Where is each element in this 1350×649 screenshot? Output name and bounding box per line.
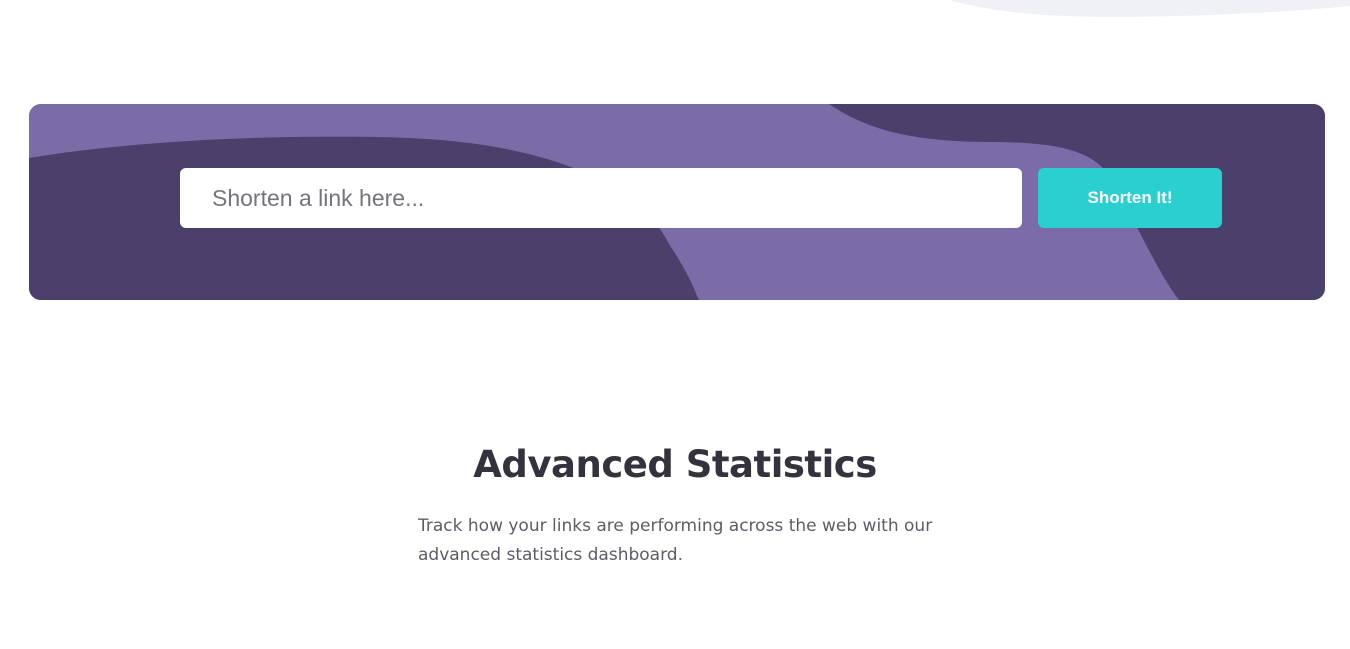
advanced-statistics-title: Advanced Statistics (473, 443, 877, 486)
advanced-statistics-description: Track how your links are performing acro… (418, 516, 933, 565)
decorative-top-blob (950, 0, 1350, 18)
shorten-panel: Shorten It! (29, 104, 1325, 300)
shorten-button[interactable]: Shorten It! (1038, 168, 1222, 228)
page: Shorten It! Advanced Statistics Track ho… (0, 0, 1350, 649)
link-input[interactable] (180, 168, 1022, 228)
